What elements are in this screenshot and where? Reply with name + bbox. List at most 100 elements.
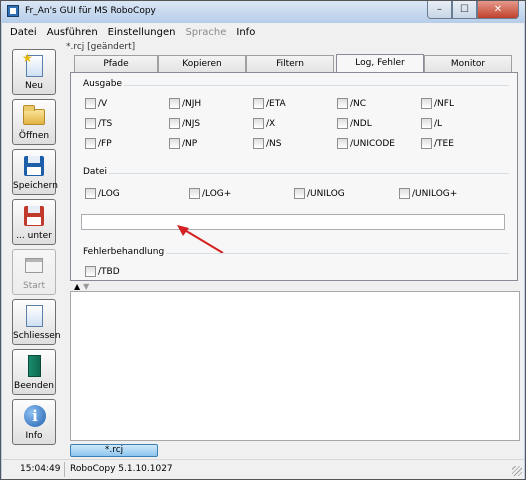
menu-bar: Datei Ausführen Einstellungen Sprache In… [2, 23, 524, 41]
collapse-down-icon[interactable]: ▼ [83, 282, 89, 291]
minimize-button[interactable]: – [427, 1, 452, 19]
checkbox-label: /UNILOG [307, 188, 345, 199]
checkbox-label: /TEE [434, 138, 454, 149]
checkbox-box[interactable] [337, 118, 348, 129]
checkbox-label: /LOG [98, 188, 120, 199]
checkbox-label: /UNILOG+ [412, 188, 458, 199]
tab-log-fehler[interactable]: Log, Fehler [336, 54, 424, 74]
checkbox-unilog-plus[interactable]: /UNILOG+ [399, 188, 457, 199]
checkbox-box[interactable] [189, 188, 200, 199]
expand-up-icon[interactable]: ▲ [74, 282, 80, 291]
checkbox-box[interactable] [85, 138, 96, 149]
checkbox-l[interactable]: /L [421, 118, 442, 129]
status-time: 15:04:49 [20, 464, 61, 474]
checkbox-log-plus[interactable]: /LOG+ [189, 188, 231, 199]
checkbox-box[interactable] [169, 118, 180, 129]
start-button-label: Start [23, 281, 45, 291]
checkbox-box[interactable] [169, 98, 180, 109]
tab-monitor[interactable]: Monitor [424, 55, 512, 73]
splitter-bar[interactable]: ▲ ▼ [70, 281, 520, 291]
app-icon[interactable] [7, 5, 19, 17]
info-button[interactable]: i Info [12, 399, 56, 445]
tab-kopieren[interactable]: Kopieren [158, 55, 246, 73]
document-title: *.rcj [geändert] [66, 42, 136, 52]
checkbox-fp[interactable]: /FP [85, 138, 112, 149]
checkbox-box[interactable] [399, 188, 410, 199]
title-bar[interactable]: Fr_An's GUI für MS RoboCopy – ☐ ✕ [1, 1, 525, 23]
exit-button-label: Beenden [14, 381, 54, 391]
menu-datei[interactable]: Datei [10, 27, 37, 38]
menu-sprache[interactable]: Sprache [185, 27, 226, 38]
checkbox-label: /L [434, 118, 443, 129]
checkbox-njh[interactable]: /NJH [169, 98, 201, 109]
tab-filtern[interactable]: Filtern [246, 55, 334, 73]
checkbox-eta[interactable]: /ETA [253, 98, 286, 109]
checkbox-box[interactable] [85, 266, 96, 277]
info-icon: i [22, 404, 46, 428]
close-document-button[interactable]: Schliessen [12, 299, 61, 345]
checkbox-box[interactable] [337, 138, 348, 149]
fehler-group: Fehlerbehandlung /TBD [81, 247, 509, 281]
checkbox-x[interactable]: /X [253, 118, 275, 129]
checkbox-tee[interactable]: /TEE [421, 138, 454, 149]
save-button-label: Speichern [13, 181, 58, 191]
resize-grip-icon[interactable] [512, 466, 522, 476]
checkbox-box[interactable] [337, 98, 348, 109]
checkbox-box[interactable] [253, 98, 264, 109]
datei-group: Datei /LOG /LOG+ /UNILOG /UNILOG+ [81, 167, 509, 243]
checkbox-ts[interactable]: /TS [85, 118, 112, 129]
new-button[interactable]: ★ Neu [12, 49, 56, 95]
checkbox-box[interactable] [85, 98, 96, 109]
checkbox-njs[interactable]: /NJS [169, 118, 200, 129]
ausgabe-group-label: Ausgabe [81, 79, 125, 89]
checkbox-box[interactable] [253, 118, 264, 129]
start-button[interactable]: Start [12, 249, 56, 295]
checkbox-box[interactable] [421, 138, 432, 149]
checkbox-nc[interactable]: /NC [337, 98, 366, 109]
checkbox-nfl[interactable]: /NFL [421, 98, 454, 109]
checkbox-np[interactable]: /NP [169, 138, 197, 149]
annotation-arrow-line [182, 228, 224, 254]
checkbox-tbd[interactable]: /TBD [85, 266, 120, 277]
status-separator [64, 462, 65, 477]
checkbox-box[interactable] [421, 98, 432, 109]
checkbox-box[interactable] [85, 188, 96, 199]
menu-info[interactable]: Info [236, 27, 255, 38]
exit-button[interactable]: Beenden [12, 349, 56, 395]
document-tab[interactable]: *.rcj [70, 444, 158, 457]
checkbox-label: /TS [98, 118, 113, 129]
save-as-button[interactable]: ... unter [12, 199, 56, 245]
tab-pfade[interactable]: Pfade [74, 55, 158, 73]
tab-strip: Pfade Kopieren Filtern Log, Fehler Monit… [70, 54, 518, 74]
datei-group-label: Datei [81, 167, 110, 177]
new-button-label: Neu [25, 81, 43, 91]
checkbox-label: /ETA [266, 98, 286, 109]
checkbox-box[interactable] [421, 118, 432, 129]
folder-icon [22, 104, 46, 128]
close-button[interactable]: ✕ [477, 1, 519, 19]
checkbox-unilog[interactable]: /UNILOG [294, 188, 345, 199]
client-area: ★ Neu Öffnen Speichern ... unter Start S… [2, 41, 524, 479]
window-title: Fr_An's GUI für MS RoboCopy [25, 6, 156, 16]
output-textarea[interactable] [70, 291, 520, 441]
checkbox-box[interactable] [294, 188, 305, 199]
logfile-path-input[interactable] [81, 214, 505, 230]
checkbox-label: /FP [98, 138, 112, 149]
save-as-disk-icon [22, 204, 46, 228]
save-as-button-label: ... unter [16, 231, 52, 241]
checkbox-log[interactable]: /LOG [85, 188, 120, 199]
open-button[interactable]: Öffnen [12, 99, 56, 145]
fehler-group-label: Fehlerbehandlung [81, 247, 167, 257]
checkbox-unicode[interactable]: /UNICODE [337, 138, 395, 149]
maximize-button[interactable]: ☐ [452, 1, 477, 19]
ausgabe-group: Ausgabe /V /NJH /ETA /NC /NFL /TS /NJS /… [81, 79, 509, 167]
checkbox-ns[interactable]: /NS [253, 138, 281, 149]
checkbox-box[interactable] [253, 138, 264, 149]
checkbox-v[interactable]: /V [85, 98, 107, 109]
checkbox-box[interactable] [85, 118, 96, 129]
save-button[interactable]: Speichern [12, 149, 58, 195]
menu-ausfuehren[interactable]: Ausführen [47, 27, 98, 38]
checkbox-box[interactable] [169, 138, 180, 149]
menu-einstellungen[interactable]: Einstellungen [108, 27, 176, 38]
checkbox-ndl[interactable]: /NDL [337, 118, 372, 129]
